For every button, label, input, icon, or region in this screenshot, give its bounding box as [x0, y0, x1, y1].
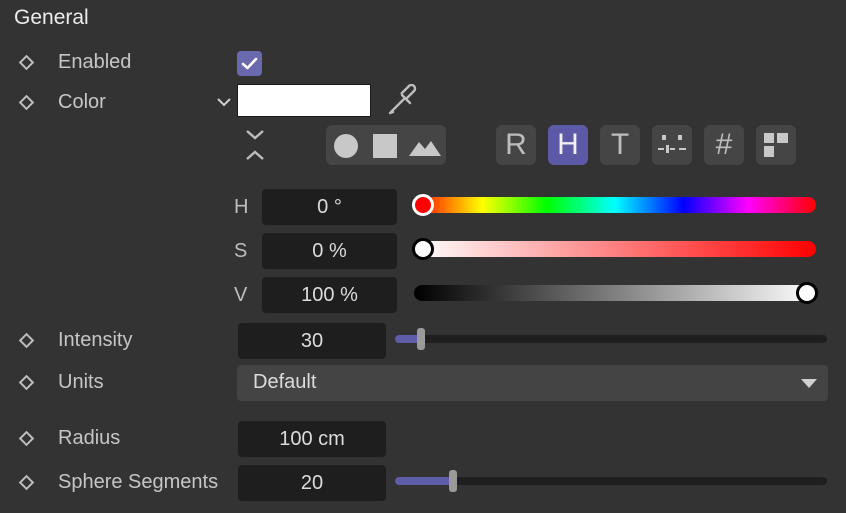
radius-field[interactable]: 100 cm: [238, 421, 386, 457]
units-dropdown[interactable]: Default: [237, 365, 828, 401]
keyframe-diamond-icon[interactable]: [18, 430, 35, 447]
sphere-segments-slider[interactable]: [395, 470, 827, 492]
intensity-field[interactable]: 30: [238, 323, 386, 359]
keyframe-diamond-icon[interactable]: [18, 374, 35, 391]
eyedropper-icon[interactable]: [387, 84, 421, 116]
chevron-down-icon[interactable]: [216, 97, 232, 107]
units-label: Units: [58, 371, 104, 393]
hue-field[interactable]: 0 °: [262, 189, 397, 225]
sphere-segments-label: Sphere Segments: [58, 471, 219, 493]
units-dropdown-value: Default: [253, 371, 317, 393]
radius-label: Radius: [58, 427, 121, 449]
hue-label: H: [234, 196, 249, 218]
saturation-label: S: [234, 240, 248, 262]
circle-icon[interactable]: [333, 134, 359, 158]
sphere-segments-field[interactable]: 20: [238, 465, 386, 501]
keyframe-diamond-icon[interactable]: [18, 54, 35, 71]
mountain-icon[interactable]: [408, 134, 442, 158]
dropdown-arrow-icon: [801, 379, 817, 388]
color-label: Color: [58, 91, 106, 113]
swatches-grid-icon: [764, 133, 788, 157]
value-field[interactable]: 100 %: [262, 277, 397, 313]
saturation-slider[interactable]: [412, 238, 816, 260]
sphere-segments-slider-fill: [395, 477, 454, 485]
keyframe-diamond-icon[interactable]: [18, 94, 35, 111]
keyframe-diamond-icon[interactable]: [18, 474, 35, 491]
color-swatch[interactable]: [237, 84, 371, 117]
temperature-mode-button[interactable]: T: [600, 125, 640, 165]
collapse-icon[interactable]: [244, 128, 266, 162]
saturation-field[interactable]: 0 %: [262, 233, 397, 269]
rgb-mode-button[interactable]: R: [496, 125, 536, 165]
keyframe-diamond-icon[interactable]: [18, 332, 35, 349]
enabled-label: Enabled: [58, 51, 132, 73]
value-slider-knob[interactable]: [796, 282, 818, 304]
mixer-button[interactable]: [652, 125, 692, 165]
intensity-slider-handle[interactable]: [416, 328, 425, 350]
sphere-segments-slider-handle[interactable]: [449, 470, 458, 492]
picker-mode-group: [326, 125, 446, 165]
hex-mode-button[interactable]: #: [704, 125, 744, 165]
mixer-icon: [658, 135, 686, 153]
saturation-slider-knob[interactable]: [412, 238, 434, 260]
checkmark-icon: [241, 57, 258, 70]
value-slider[interactable]: [414, 282, 818, 304]
value-label: V: [234, 284, 248, 306]
swatches-button[interactable]: [756, 125, 796, 165]
hue-slider[interactable]: [412, 194, 816, 216]
intensity-label: Intensity: [58, 329, 133, 351]
enabled-checkbox[interactable]: [237, 51, 262, 76]
square-icon[interactable]: [373, 134, 397, 158]
section-title: General: [14, 6, 89, 29]
intensity-slider[interactable]: [395, 328, 827, 350]
general-panel: General Enabled Color R H T # H 0 ° S 0 …: [0, 0, 846, 513]
hsv-mode-button[interactable]: H: [548, 125, 588, 165]
hue-slider-knob[interactable]: [412, 194, 434, 216]
